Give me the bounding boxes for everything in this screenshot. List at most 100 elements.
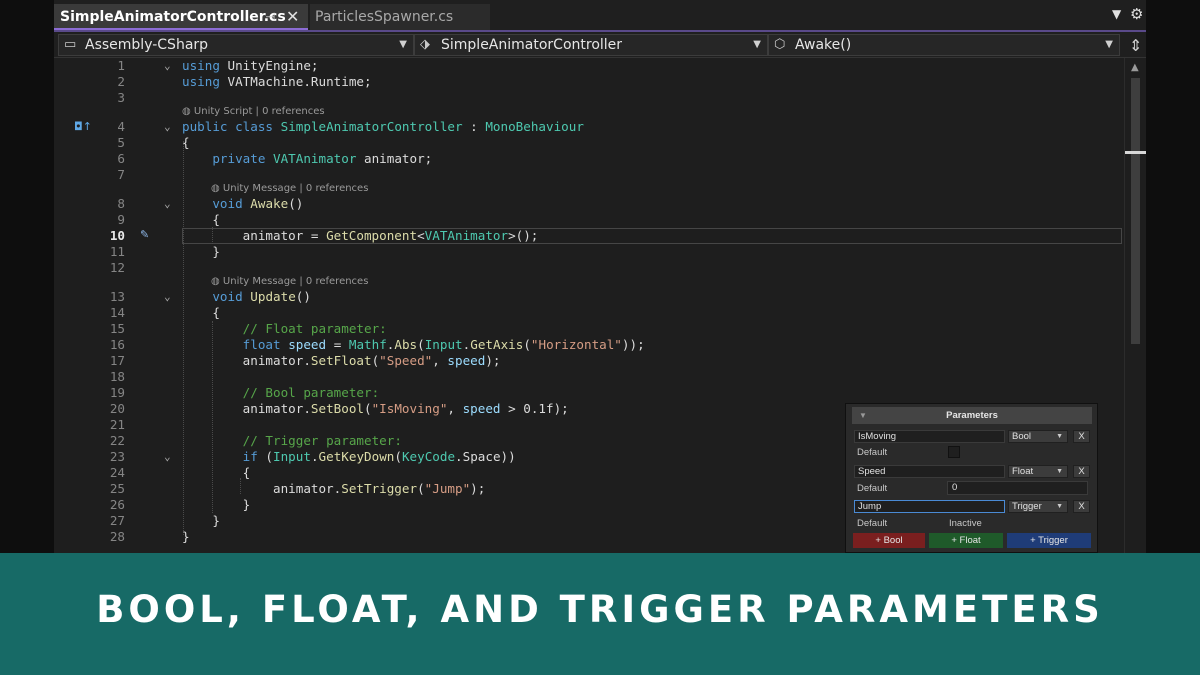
remove-param-button[interactable]: X bbox=[1073, 465, 1090, 478]
class-icon: ⬗ bbox=[420, 37, 430, 52]
code-line[interactable]: 2 using VATMachine.Runtime; bbox=[54, 74, 1122, 90]
default-bool-checkbox[interactable] bbox=[948, 446, 960, 458]
code-line[interactable]: 12 bbox=[54, 260, 1122, 276]
param-default-row-ismoving: Default bbox=[854, 445, 1090, 460]
class-dropdown[interactable]: ⬗ SimpleAnimatorController ▼ bbox=[414, 34, 768, 56]
chevron-down-icon: ▼ bbox=[1056, 503, 1063, 510]
parameters-header[interactable]: ▼ Parameters bbox=[852, 407, 1092, 424]
add-bool-button[interactable]: + Bool bbox=[853, 533, 925, 548]
code-text: // Float parameter: bbox=[182, 321, 387, 337]
add-float-button[interactable]: + Float bbox=[929, 533, 1003, 548]
code-token: Abs bbox=[394, 337, 418, 352]
code-token: > 0.1f); bbox=[500, 401, 569, 416]
codelens-text: Unity Script | 0 references bbox=[193, 106, 325, 117]
member-dropdown[interactable]: ⬡ Awake() ▼ bbox=[768, 34, 1120, 56]
param-name-field[interactable]: IsMoving bbox=[854, 430, 1005, 443]
banner-caption: Bool, Float, and Trigger Parameters bbox=[96, 588, 1104, 631]
code-line[interactable]: 19 // Bool parameter: bbox=[54, 385, 1122, 401]
code-line[interactable]: 16 float speed = Mathf.Abs(Input.GetAxis… bbox=[54, 337, 1122, 353]
code-line[interactable]: 17 animator.SetFloat("Speed", speed); bbox=[54, 353, 1122, 369]
split-icon[interactable]: ⇕ bbox=[1129, 36, 1142, 55]
parameters-panel: ▼ Parameters IsMoving Bool ▼ X Default Sp… bbox=[845, 403, 1098, 553]
param-name-field[interactable]: Jump bbox=[854, 500, 1005, 513]
code-text: private VATAnimator animator; bbox=[182, 151, 432, 167]
line-number: 7 bbox=[117, 167, 125, 182]
code-token: "IsMoving" bbox=[371, 401, 448, 416]
code-text: } bbox=[182, 513, 220, 529]
code-token: ( bbox=[417, 481, 425, 496]
code-line[interactable]: 5{ bbox=[54, 135, 1122, 151]
fold-chevron-icon[interactable]: ⌄ bbox=[164, 289, 176, 305]
code-token: Awake bbox=[250, 196, 289, 211]
code-line[interactable]: 18 bbox=[54, 369, 1122, 385]
code-line[interactable]: 14 { bbox=[54, 305, 1122, 321]
code-text: public class SimpleAnimatorController : … bbox=[182, 119, 584, 135]
code-token: } bbox=[182, 497, 251, 512]
code-line[interactable]: 4 ⌄ public class SimpleAnimatorController … bbox=[54, 119, 1122, 135]
chevron-down-icon: ▼ bbox=[399, 39, 407, 50]
fold-chevron-icon[interactable]: ⌄ bbox=[164, 58, 176, 74]
remove-param-button[interactable]: X bbox=[1073, 430, 1090, 443]
code-token: public bbox=[182, 119, 228, 134]
code-line[interactable]: 3 bbox=[54, 90, 1122, 106]
line-number: 27 bbox=[109, 513, 125, 528]
code-line[interactable]: 6 private VATAnimator animator; bbox=[54, 151, 1122, 167]
project-dropdown[interactable]: ▭ Assembly-CSharp ▼ bbox=[58, 34, 414, 56]
param-type-select[interactable]: Float ▼ bbox=[1008, 465, 1068, 478]
param-type-select[interactable]: Bool ▼ bbox=[1008, 430, 1068, 443]
parameters-title: Parameters bbox=[946, 410, 998, 421]
code-token: SetTrigger bbox=[341, 481, 418, 496]
code-line[interactable]: 11 } bbox=[54, 244, 1122, 260]
code-line[interactable]: 15 // Float parameter: bbox=[54, 321, 1122, 337]
fold-chevron-icon[interactable]: ⌄ bbox=[164, 196, 176, 212]
add-trigger-button[interactable]: + Trigger bbox=[1007, 533, 1091, 548]
code-token: animator. bbox=[182, 401, 311, 416]
codelens-update[interactable]: ◍ Unity Message | 0 references bbox=[211, 275, 368, 289]
code-token: } bbox=[182, 244, 220, 259]
code-line[interactable]: 7 bbox=[54, 167, 1122, 183]
tab-particles-spawner[interactable]: ParticlesSpawner.cs bbox=[310, 4, 490, 30]
codelens-awake[interactable]: ◍ Unity Message | 0 references bbox=[211, 182, 368, 196]
navigation-bar: ▭ Assembly-CSharp ▼ ⬗ SimpleAnimatorCont… bbox=[54, 32, 1146, 58]
default-label: Default bbox=[857, 447, 888, 458]
code-line[interactable]: 13 ⌄ void Update() bbox=[54, 289, 1122, 305]
code-text: } bbox=[182, 529, 190, 545]
code-text: } bbox=[182, 497, 251, 513]
gear-icon[interactable]: ⚙ bbox=[1130, 5, 1143, 23]
fold-chevron-icon[interactable]: ⌄ bbox=[164, 449, 176, 465]
line-number: 5 bbox=[117, 135, 125, 150]
code-token: .Space)) bbox=[455, 449, 516, 464]
code-line[interactable]: 8 ⌄ void Awake() bbox=[54, 196, 1122, 212]
param-type-label: Trigger bbox=[1012, 501, 1042, 512]
code-token: class bbox=[235, 119, 274, 134]
code-line[interactable]: 9 { bbox=[54, 212, 1122, 228]
vertical-scrollbar[interactable]: ▲ bbox=[1124, 58, 1146, 556]
chevron-down-icon[interactable]: ▼ bbox=[1112, 7, 1121, 21]
codelens-unity-script[interactable]: ◍ Unity Script | 0 references bbox=[182, 105, 325, 119]
line-number: 10 bbox=[109, 228, 125, 243]
collapse-triangle-icon[interactable]: ▼ bbox=[859, 407, 867, 424]
scrollbar-thumb[interactable] bbox=[1131, 78, 1140, 344]
param-name-field[interactable]: Speed bbox=[854, 465, 1005, 478]
code-token: UnityEngine; bbox=[219, 58, 319, 73]
code-text: // Bool parameter: bbox=[182, 385, 379, 401]
code-line[interactable]: 10 animator = GetComponent<VATAnimator>(… bbox=[54, 228, 1122, 244]
fold-chevron-icon[interactable]: ⌄ bbox=[164, 119, 176, 135]
remove-param-button[interactable]: X bbox=[1073, 500, 1090, 513]
code-token: () bbox=[288, 196, 304, 211]
default-float-field[interactable]: 0 bbox=[947, 481, 1088, 495]
pin-icon[interactable]: ⊣ bbox=[265, 4, 279, 30]
param-type-select[interactable]: Trigger ▼ bbox=[1008, 500, 1068, 513]
code-token: } bbox=[182, 513, 220, 528]
code-text: { bbox=[182, 465, 251, 481]
code-line[interactable]: 1 ⌄ using UnityEngine; bbox=[54, 58, 1122, 74]
close-icon[interactable]: ✕ bbox=[286, 4, 304, 30]
code-token: VATAnimator bbox=[424, 228, 509, 243]
code-token: { bbox=[182, 212, 220, 227]
scroll-up-icon[interactable]: ▲ bbox=[1131, 62, 1139, 73]
line-number: 23 bbox=[109, 449, 125, 464]
tab-simple-animator-controller[interactable]: SimpleAnimatorController.cs ⊣ ✕ bbox=[54, 4, 308, 30]
code-text: using VATMachine.Runtime; bbox=[182, 74, 372, 90]
